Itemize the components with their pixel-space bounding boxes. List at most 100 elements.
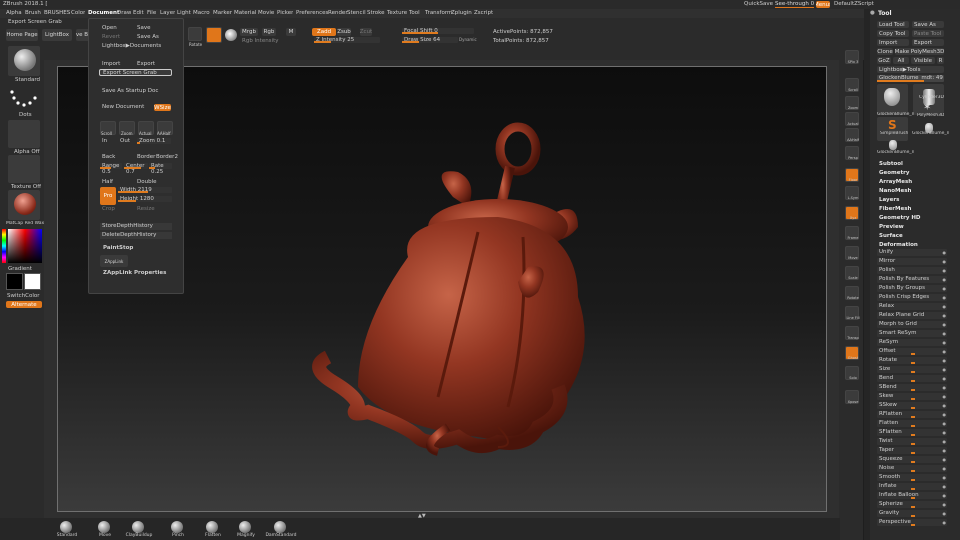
menu-render[interactable]: Render xyxy=(328,10,348,16)
menu-color[interactable]: Color xyxy=(71,10,85,16)
crop-button[interactable]: Crop xyxy=(102,206,115,213)
section-arraymesh[interactable]: ArrayMesh xyxy=(879,178,949,186)
axis-toggle-icon[interactable]: ● xyxy=(943,429,947,436)
zsub-button[interactable]: Zsub xyxy=(337,28,351,36)
menu-brushes[interactable]: BRUSHES xyxy=(44,10,70,16)
store-depth-history-button[interactable]: StoreDepthHistory xyxy=(100,223,172,230)
deform-spherize[interactable]: Spherize ● xyxy=(877,501,947,508)
deform-inflate[interactable]: Inflate ● xyxy=(877,483,947,490)
section-subtool[interactable]: Subtool xyxy=(879,160,949,168)
section-deformation[interactable]: Deformation xyxy=(879,241,949,249)
deform-unify[interactable]: Unify ● xyxy=(877,249,947,256)
border2-button[interactable]: Border2 xyxy=(156,154,178,161)
deform-polish[interactable]: Polish ● xyxy=(877,267,947,274)
deform-mirror[interactable]: Mirror ● xyxy=(877,258,947,265)
tool-thumb-glockenblume[interactable] xyxy=(877,84,908,115)
export-button[interactable]: Export xyxy=(137,61,155,68)
hue-strip[interactable] xyxy=(2,229,6,263)
default-zscript-button[interactable]: DefaultZScript xyxy=(834,1,874,7)
menu-tool[interactable]: Tool xyxy=(409,10,420,16)
menu-zscript[interactable]: Zscript xyxy=(474,10,493,16)
zapplink-button[interactable]: ZAppLink xyxy=(100,255,128,267)
axis-toggle-icon[interactable]: ● xyxy=(943,438,947,445)
shelf-xyz-button[interactable]: Xyz xyxy=(845,206,859,220)
shelf-xpose-button[interactable]: Xpose xyxy=(845,390,859,404)
border-button[interactable]: Border xyxy=(137,154,155,161)
alpha-thumbnail[interactable] xyxy=(8,120,40,148)
brush-claybuildup-button[interactable]: ClayBuildup xyxy=(124,519,154,539)
deform-bend[interactable]: Bend ● xyxy=(877,375,947,382)
menu-file[interactable]: File xyxy=(147,10,156,16)
shelf-zoom-button[interactable]: Zoom xyxy=(845,96,859,110)
half-button[interactable]: Half xyxy=(102,179,113,186)
menu-stencil[interactable]: Stencil xyxy=(347,10,366,16)
dynamic-button[interactable]: Dynamic xyxy=(459,37,477,42)
axis-toggle-icon[interactable]: ● xyxy=(943,402,947,409)
mrgb-button[interactable]: Mrgb xyxy=(240,28,258,36)
focal-shift-slider[interactable]: Focal Shift 0 xyxy=(402,28,474,34)
zoom-in-button[interactable]: In xyxy=(102,138,107,145)
back-button[interactable]: Back xyxy=(102,154,115,161)
deform-taper[interactable]: Taper ● xyxy=(877,447,947,454)
see-through-slider[interactable]: See-through 0 xyxy=(775,1,815,8)
deform-relax[interactable]: Relax ● xyxy=(877,303,947,310)
alternate-button[interactable]: Alternate xyxy=(6,301,42,308)
axis-toggle-icon[interactable]: ● xyxy=(943,321,947,328)
axis-toggle-icon[interactable]: ● xyxy=(943,456,947,463)
switch-color-button[interactable]: SwitchColor xyxy=(7,293,40,299)
brush-thumbnail[interactable] xyxy=(8,46,40,76)
shelf-solo-button[interactable]: Solo xyxy=(845,366,859,380)
axis-toggle-icon[interactable]: ● xyxy=(943,501,947,508)
export-screen-grab-button[interactable]: Export Screen Grab xyxy=(99,69,172,76)
export-tool-button[interactable]: Export xyxy=(912,39,944,46)
goz-button[interactable]: GoZ xyxy=(877,57,891,64)
rotate-icon[interactable] xyxy=(188,27,202,41)
shelf-transp-button[interactable]: Transp xyxy=(845,326,859,340)
m-button[interactable]: M xyxy=(286,28,296,36)
menu-preferences[interactable]: Preferences xyxy=(296,10,328,16)
shelf-rotate-button[interactable]: Rotate xyxy=(845,286,859,300)
section-surface[interactable]: Surface xyxy=(879,232,949,240)
deform-noise[interactable]: Noise ● xyxy=(877,465,947,472)
menu-material[interactable]: Material xyxy=(234,10,256,16)
axis-toggle-icon[interactable]: ● xyxy=(943,483,947,490)
rgb-button[interactable]: Rgb xyxy=(262,28,276,36)
deform-inflate-balloon[interactable]: Inflate Balloon ● xyxy=(877,492,947,499)
axis-toggle-icon[interactable]: ● xyxy=(943,339,947,346)
menu-transform[interactable]: Transform xyxy=(425,10,452,16)
deform-resym[interactable]: ReSym ● xyxy=(877,339,947,346)
section-nanomesh[interactable]: NanoMesh xyxy=(879,187,949,195)
pro-button[interactable]: Pro xyxy=(100,187,116,205)
deform-sbend[interactable]: SBend ● xyxy=(877,384,947,391)
axis-toggle-icon[interactable]: ● xyxy=(943,492,947,499)
axis-toggle-icon[interactable]: ● xyxy=(943,312,947,319)
rgb-intensity-slider[interactable]: Rgb Intensity xyxy=(242,38,279,44)
menu-alpha[interactable]: Alpha xyxy=(6,10,22,16)
section-geometry-hd[interactable]: Geometry HD xyxy=(879,214,949,222)
deform-smart-resym[interactable]: Smart ReSym ● xyxy=(877,330,947,337)
menu-macro[interactable]: Macro xyxy=(193,10,210,16)
menu-layer[interactable]: Layer xyxy=(160,10,175,16)
menu-draw[interactable]: Draw xyxy=(117,10,131,16)
zapplink-properties-button[interactable]: ZAppLink Properties xyxy=(103,270,166,277)
deform-polish-by-groups[interactable]: Polish By Groups ● xyxy=(877,285,947,292)
tool-panel-collapse-icon[interactable]: ● xyxy=(870,10,875,16)
menus-button[interactable]: Menus xyxy=(816,1,830,8)
deform-size[interactable]: Size ● xyxy=(877,366,947,373)
shelf-floor-button[interactable]: Floor xyxy=(845,168,859,182)
axis-toggle-icon[interactable]: ● xyxy=(943,519,947,526)
section-fibermesh[interactable]: FiberMesh xyxy=(879,205,949,213)
height-slider[interactable]: Height 1280 xyxy=(118,196,172,202)
deform-morph-to-grid[interactable]: Morph to Grid ● xyxy=(877,321,947,328)
make-polymesh-button[interactable]: Make PolyMesh3D xyxy=(895,48,944,55)
tool-thumb-glockenblume-2[interactable] xyxy=(913,120,944,140)
deform-sskew[interactable]: SSkew ● xyxy=(877,402,947,409)
zcut-button[interactable]: Zcut xyxy=(360,28,372,36)
deform-perspective[interactable]: Perspective ● xyxy=(877,519,947,526)
axis-toggle-icon[interactable]: ● xyxy=(943,357,947,364)
section-preview[interactable]: Preview xyxy=(879,223,949,231)
resize-button[interactable]: Resize xyxy=(137,206,155,213)
all-button[interactable]: All xyxy=(893,57,909,64)
section-geometry[interactable]: Geometry xyxy=(879,169,949,177)
axis-toggle-icon[interactable]: ● xyxy=(943,285,947,292)
